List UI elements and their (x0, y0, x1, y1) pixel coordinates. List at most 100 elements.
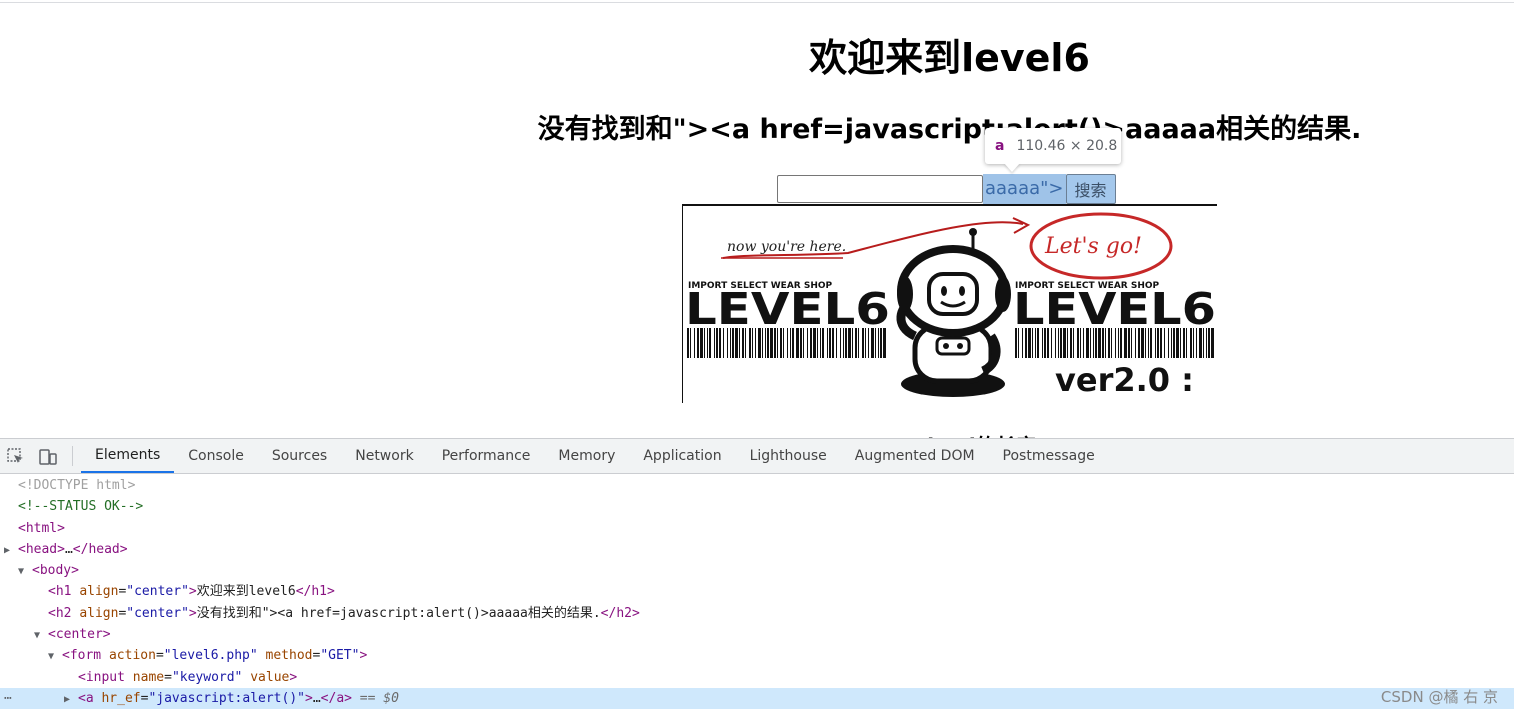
barcode-bar (1080, 328, 1081, 358)
dom-input[interactable]: <input name="keyword" value> (0, 667, 1514, 688)
result-heading: 没有找到和"><a href=javascript:alert()>aaaaa相… (537, 114, 1362, 145)
dom-body[interactable]: ▼ <body> (0, 560, 1514, 581)
barcode-bar (817, 328, 818, 358)
barcode-bar (1131, 328, 1132, 358)
barcode-bar (732, 328, 734, 358)
dom-a-selected[interactable]: ⋯ ▶ <a hr_ef="javascript:alert()">…</a> ==… (0, 687, 1514, 710)
tab-sources[interactable]: Sources (258, 439, 341, 473)
barcode-bar (1135, 328, 1136, 358)
input-tag: input (85, 669, 125, 685)
tab-augmented-dom[interactable]: Augmented DOM (841, 439, 989, 473)
arrow-head-icon (1012, 217, 1031, 234)
collapse-caret-icon[interactable]: ▼ (48, 646, 62, 667)
tab-performance[interactable]: Performance (428, 439, 545, 473)
level-text-right: LEVEL6 (1013, 284, 1216, 335)
collapse-caret-icon[interactable]: ▼ (18, 561, 32, 582)
watermark: CSDN @橘 右 京 (1380, 688, 1498, 706)
h1-close-tag: h1 (311, 584, 328, 600)
barcode-bar (836, 328, 837, 358)
dom-comment[interactable]: <!--STATUS OK--> (0, 496, 1514, 517)
barcode-bar (1164, 328, 1165, 358)
input-attr-name-value: "keyword" (171, 669, 243, 685)
comment-text: <!--STATUS OK--> (18, 499, 144, 515)
barcode-bar (780, 328, 782, 358)
dom-h2[interactable]: <h2 align="center">没有找到和"><a href=javasc… (0, 603, 1514, 624)
browser-window: 欢迎来到level6 没有找到和"><a href=javascript:ale… (0, 0, 1514, 713)
barcode-bar (868, 328, 869, 358)
device-mobile-icon (39, 448, 57, 465)
barcode-bar (716, 328, 718, 358)
barcode-bar (878, 328, 879, 358)
dom-h1[interactable]: <h1 align="center">欢迎来到level6</h1> (0, 581, 1514, 602)
expand-caret-icon[interactable]: ▶ (64, 689, 78, 710)
barcode-bar (822, 328, 824, 358)
barcode-bar (1095, 328, 1097, 358)
keyword-input[interactable] (777, 175, 983, 203)
barcode-bar (1206, 328, 1207, 358)
search-button[interactable]: 搜索 (1065, 174, 1116, 204)
tab-console[interactable]: Console (174, 439, 258, 473)
barcode-bar (862, 328, 864, 358)
h1-tag: h1 (55, 584, 72, 600)
dom-head[interactable]: ▶ <head>…</head> (0, 539, 1514, 560)
barcode-bar (810, 328, 812, 358)
barcode-bar (707, 328, 708, 358)
barcode-bar (762, 328, 763, 358)
barcode-bar (742, 328, 744, 358)
inspect-element-button[interactable] (0, 439, 32, 474)
barcode-bar (1098, 328, 1101, 358)
barcode-bar (1160, 328, 1162, 358)
barcode-bar (1118, 328, 1119, 358)
barcode-bar (1051, 328, 1052, 358)
banner-art: now you're here. Let's go! IMPORT SELECT… (685, 212, 1216, 399)
barcode-bar (1128, 328, 1130, 358)
device-toolbar-button[interactable] (32, 439, 64, 474)
barcode-bar (1042, 328, 1043, 358)
form-attr-action-value: "level6.php" (163, 648, 258, 664)
payload-length-text: payload的长度: (887, 430, 1044, 438)
tab-memory[interactable]: Memory (544, 439, 629, 473)
tab-network[interactable]: Network (341, 439, 427, 473)
form-attr-method-value: "GET" (320, 648, 360, 664)
dom-form[interactable]: ▼ <form action="level6.php" method="GET"> (0, 645, 1514, 666)
expand-caret-icon[interactable]: ▶ (4, 540, 18, 561)
injected-link[interactable]: aaaaa"> (983, 174, 1066, 204)
barcode-bar (1168, 328, 1169, 358)
tab-lighthouse[interactable]: Lighthouse (736, 439, 841, 473)
barcode-bar (758, 328, 761, 358)
tab-elements[interactable]: Elements (81, 439, 175, 473)
barcode-bar (714, 328, 715, 358)
input-attr-name: name (132, 669, 165, 685)
barcode-bar (820, 328, 821, 358)
tooltip-dimensions: 110.46 × 20.8 (1016, 138, 1118, 154)
h2-attr-value: "center" (126, 605, 189, 621)
barcode-bar (1037, 328, 1039, 358)
tab-application[interactable]: Application (629, 439, 735, 473)
barcode-bar (1199, 328, 1202, 358)
barcode-bar (1171, 328, 1172, 358)
barcode-bar (803, 328, 804, 358)
more-options-icon[interactable]: ⋯ (4, 688, 12, 709)
barcode-bar (1035, 328, 1036, 358)
barcode-bar (755, 328, 756, 358)
dom-center[interactable]: ▼ <center> (0, 624, 1514, 645)
barcode-bar (1208, 328, 1210, 358)
form-tag: form (69, 648, 102, 664)
element-tooltip: a 110.46 × 20.8 (985, 128, 1121, 164)
head-ellipsis[interactable]: … (65, 542, 73, 557)
barcode-bar (1058, 328, 1059, 358)
a-ellipsis[interactable]: … (313, 691, 321, 706)
dom-html[interactable]: <html> (0, 518, 1514, 539)
center-tag: center (55, 627, 103, 643)
barcode-bar (1086, 328, 1089, 358)
selected-node-marker: == $0 (359, 690, 399, 706)
barcode-bar (1193, 328, 1194, 358)
tab-postmessage[interactable]: Postmessage (989, 439, 1109, 473)
barcode-bar (1060, 328, 1062, 358)
barcode-bar (767, 328, 769, 358)
collapse-caret-icon[interactable]: ▼ (34, 625, 48, 646)
level-text-left: LEVEL6 (685, 284, 890, 335)
barcode-bar (1105, 328, 1106, 358)
dom-doctype[interactable]: <!DOCTYPE html> (0, 475, 1514, 496)
head-tag: head (25, 541, 58, 557)
